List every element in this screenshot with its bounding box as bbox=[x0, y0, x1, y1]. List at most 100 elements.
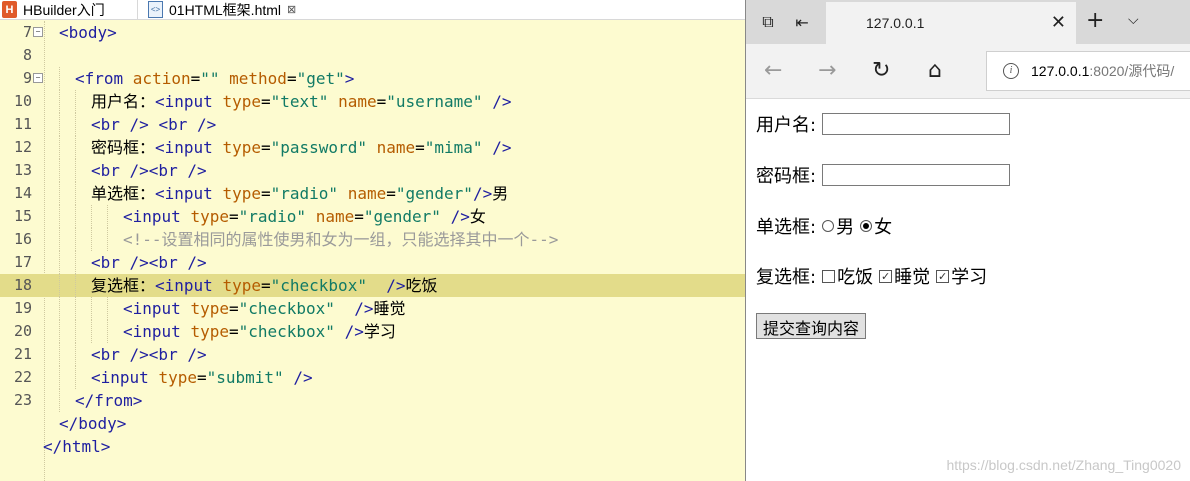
code-line[interactable]: 9− <from action="" method="get"> bbox=[0, 67, 745, 90]
code-text: <br /><br /> bbox=[91, 159, 207, 182]
indent-guide bbox=[59, 297, 60, 320]
tab-html-file[interactable]: <> 01HTML框架.html ⊠ bbox=[142, 0, 328, 19]
tab-hbuilder-intro[interactable]: H HBuilder入门 bbox=[0, 0, 138, 19]
code-line[interactable]: 10 用户名：<input type="text" name="username"… bbox=[0, 90, 745, 113]
code-token: 密码框： bbox=[91, 138, 156, 157]
indent-guide bbox=[75, 182, 76, 205]
radio-male-label: 男 bbox=[836, 217, 855, 238]
radio-female[interactable] bbox=[860, 220, 873, 232]
checkbox-eat[interactable] bbox=[822, 269, 836, 283]
checkbox-sleep[interactable]: ✓ bbox=[879, 269, 893, 283]
username-input[interactable] bbox=[822, 113, 1011, 135]
code-token: "" bbox=[200, 69, 220, 88]
address-bar[interactable]: i 127.0.0.1 :8020/源代码/ bbox=[986, 51, 1190, 91]
code-text: <from action="" method="get"> bbox=[75, 67, 354, 90]
tab-preview-icon[interactable]: ⧉ bbox=[754, 8, 782, 36]
code-text: <!--设置相同的属性使男和女为一组，只能选择其中一个--> bbox=[123, 228, 558, 251]
fold-toggle-icon[interactable]: − bbox=[33, 73, 43, 83]
indent-guide bbox=[59, 90, 60, 113]
code-text: <br /><br /> bbox=[91, 343, 207, 366]
code-line[interactable]: 8 bbox=[0, 44, 745, 67]
indent-guide bbox=[59, 228, 60, 251]
indent-guide bbox=[75, 90, 76, 113]
code-token: = bbox=[228, 299, 239, 318]
browser-tab-title: 127.0.0.1 bbox=[866, 15, 925, 31]
forward-icon[interactable]: → bbox=[818, 58, 836, 83]
editor-tab-bar: H HBuilder入门 <> 01HTML框架.html ⊠ bbox=[0, 0, 745, 20]
code-token: 学习 bbox=[363, 322, 396, 341]
code-token: /> bbox=[492, 92, 512, 111]
set-tabs-aside-icon[interactable]: ⇤ bbox=[788, 8, 816, 36]
line-number: 8 bbox=[22, 46, 32, 64]
code-token: /> bbox=[354, 299, 374, 318]
password-label: 密码框: bbox=[756, 166, 817, 187]
code-line[interactable]: </body> bbox=[0, 412, 745, 435]
checkbox-study-label: 学习 bbox=[951, 267, 988, 288]
code-line[interactable]: 19 <input type="checkbox" />睡觉 bbox=[0, 297, 745, 320]
code-line[interactable]: 21 <br /><br /> bbox=[0, 343, 745, 366]
fold-toggle-icon[interactable]: − bbox=[33, 27, 43, 37]
code-line[interactable]: 20 <input type="checkbox" />学习 bbox=[0, 320, 745, 343]
close-icon[interactable]: ⊠ bbox=[287, 3, 296, 16]
indent-guide bbox=[59, 251, 60, 274]
tab-label: 01HTML框架.html bbox=[169, 1, 282, 18]
code-token: /> bbox=[450, 207, 470, 226]
code-line[interactable]: 12 密码框：<input type="password" name="mima"… bbox=[0, 136, 745, 159]
chevron-down-icon[interactable]: ⌵ bbox=[1128, 12, 1139, 28]
code-line[interactable]: 13 <br /><br /> bbox=[0, 159, 745, 182]
password-input[interactable] bbox=[822, 164, 1011, 186]
code-token: <input bbox=[123, 322, 191, 341]
code-text: <input type="submit" /> bbox=[91, 366, 313, 389]
indent-guide bbox=[107, 320, 108, 343]
close-icon[interactable]: ✕ bbox=[1051, 12, 1066, 33]
code-token: 男 bbox=[492, 184, 509, 203]
code-line[interactable]: 16 <!--设置相同的属性使男和女为一组，只能选择其中一个--> bbox=[0, 228, 745, 251]
code-token: type bbox=[190, 322, 229, 341]
code-token: name bbox=[376, 138, 416, 157]
code-line[interactable]: 22 <input type="submit" /> bbox=[0, 366, 745, 389]
code-token: "password" bbox=[270, 138, 367, 157]
code-token: = bbox=[190, 69, 201, 88]
code-token: "checkbox" bbox=[270, 276, 367, 295]
info-icon[interactable]: i bbox=[1003, 63, 1019, 79]
hbuilder-icon: H bbox=[2, 1, 17, 18]
back-icon[interactable]: ← bbox=[764, 58, 782, 83]
code-token: "mima" bbox=[424, 138, 483, 157]
line-number: 10 bbox=[13, 92, 32, 110]
new-tab-icon[interactable]: + bbox=[1086, 8, 1104, 33]
indent-guide bbox=[75, 113, 76, 136]
checkbox-study[interactable]: ✓ bbox=[936, 269, 950, 283]
code-line[interactable]: 11 <br /> <br /> bbox=[0, 113, 745, 136]
submit-row: 提交查询内容 bbox=[756, 313, 867, 339]
code-token: <input bbox=[123, 299, 191, 318]
code-token: /> bbox=[472, 184, 493, 203]
radio-male[interactable] bbox=[822, 220, 835, 232]
code-line[interactable]: 15 <input type="radio" name="gender" />女 bbox=[0, 205, 745, 228]
browser-tab[interactable]: 127.0.0.1 ✕ bbox=[826, 2, 1076, 44]
code-line[interactable]: 7− <body> bbox=[0, 21, 745, 44]
code-line[interactable]: 14 单选框：<input type="radio" name="gender"/… bbox=[0, 182, 745, 205]
indent-guide bbox=[75, 228, 76, 251]
indent-guide bbox=[75, 251, 76, 274]
code-token: /> bbox=[492, 138, 512, 157]
home-icon[interactable]: ⌂ bbox=[928, 58, 942, 83]
code-line[interactable]: 17 <br /><br /> bbox=[0, 251, 745, 274]
code-line[interactable]: 18 复选框：<input type="checkbox" />吃饭 bbox=[0, 274, 745, 297]
refresh-icon[interactable]: ↻ bbox=[872, 58, 890, 83]
code-token: type bbox=[222, 138, 261, 157]
submit-button[interactable]: 提交查询内容 bbox=[756, 313, 867, 339]
code-area[interactable]: 7− <body> 8 9− <from action="" method="get">… bbox=[0, 21, 745, 481]
radio-female-label: 女 bbox=[874, 217, 893, 238]
code-line[interactable]: </html> bbox=[0, 435, 745, 458]
browser-tab-strip: ⧉ ⇤ 127.0.0.1 ✕ + ⌵ bbox=[746, 0, 1190, 44]
indent-guide bbox=[91, 228, 92, 251]
code-line[interactable]: 23 </from> bbox=[0, 389, 745, 412]
